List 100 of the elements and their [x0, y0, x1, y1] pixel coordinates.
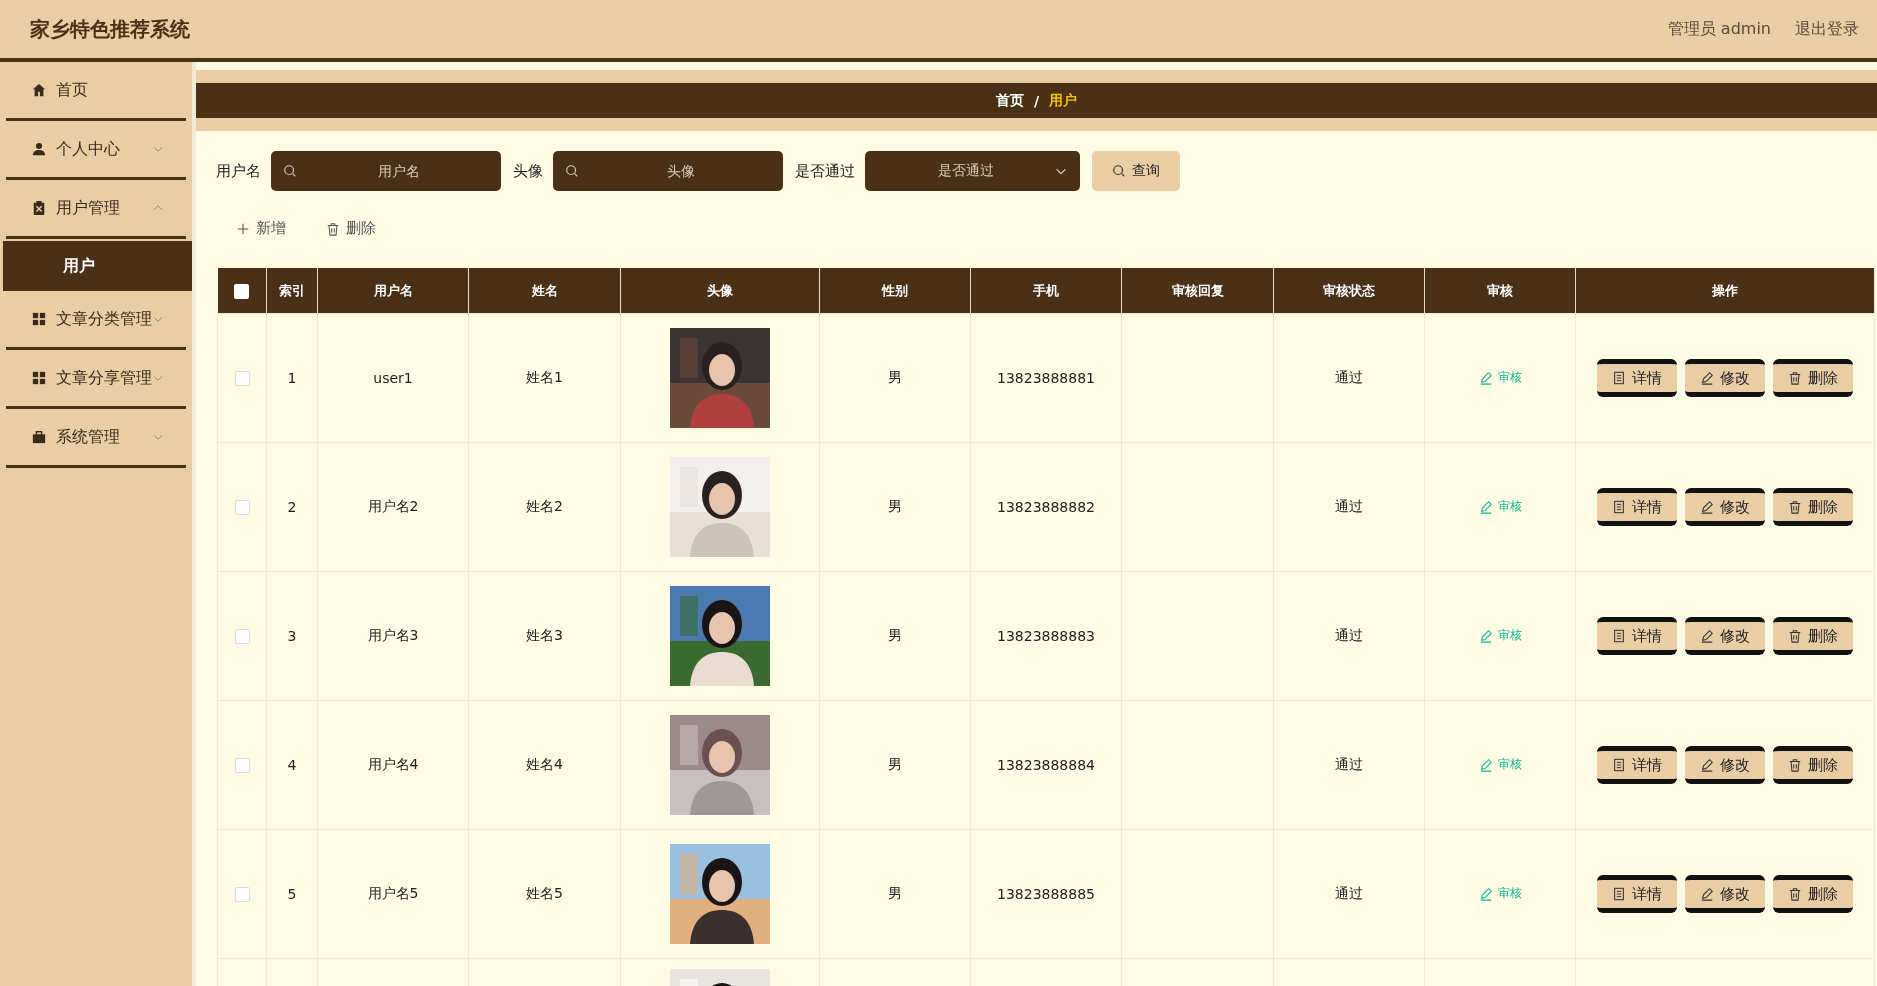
- table-cell: 通过: [1335, 885, 1363, 901]
- menu-item[interactable]: 文章分享管理: [6, 350, 186, 409]
- submenu-item[interactable]: 用户: [3, 241, 192, 291]
- edit-button[interactable]: 修改: [1685, 746, 1765, 784]
- row-checkbox[interactable]: [234, 371, 250, 387]
- select-all-checkbox[interactable]: [234, 283, 250, 299]
- search-icon: [565, 164, 579, 178]
- details-button[interactable]: 详情: [1597, 617, 1677, 655]
- select-field[interactable]: 是否通过: [865, 151, 1080, 191]
- table-cell: 姓名5: [526, 885, 563, 901]
- trash-icon: [1788, 500, 1802, 514]
- table-cell: 男: [888, 756, 902, 772]
- column-header: 头像: [620, 268, 820, 314]
- table-cell: 13823888883: [997, 628, 1095, 644]
- row-checkbox[interactable]: [234, 629, 250, 645]
- trash-icon: [1788, 371, 1802, 385]
- table-cell: 2: [287, 499, 297, 515]
- search-icon: [1112, 164, 1126, 178]
- trash-icon: [1788, 629, 1802, 643]
- menu-item[interactable]: 系统管理: [6, 409, 186, 468]
- pencil-icon: [1700, 500, 1714, 514]
- column-header: 审核回复: [1121, 268, 1274, 314]
- breadcrumb-link[interactable]: 首页: [995, 91, 1024, 110]
- table-cell: 姓名1: [526, 369, 563, 385]
- table-cell: 姓名4: [526, 756, 563, 772]
- table-cell: 4: [287, 757, 297, 773]
- pencil-icon: [1700, 887, 1714, 901]
- app-title: 家乡特色推荐系统: [30, 15, 190, 43]
- menu-item[interactable]: 文章分类管理: [6, 291, 186, 350]
- edit-button[interactable]: 修改: [1685, 488, 1765, 526]
- table-cell: 姓名3: [526, 627, 563, 643]
- add-button[interactable]: 新增: [236, 219, 286, 238]
- trash-icon: [1788, 758, 1802, 772]
- home-icon: [32, 83, 46, 97]
- edit-button[interactable]: 修改: [1685, 875, 1765, 913]
- delete-button[interactable]: 删除: [1773, 359, 1853, 397]
- table-cell: 通过: [1335, 369, 1363, 385]
- details-button[interactable]: 详情: [1597, 359, 1677, 397]
- column-header: 用户名: [317, 268, 469, 314]
- menu-item[interactable]: 首页: [6, 62, 186, 121]
- user-label: 管理员 admin: [1667, 18, 1771, 40]
- trash-icon: [1788, 887, 1802, 901]
- delete-button[interactable]: 删除: [1773, 875, 1853, 913]
- table-cell: 1: [287, 370, 297, 386]
- details-button[interactable]: 详情: [1597, 488, 1677, 526]
- column-header: 手机: [970, 268, 1122, 314]
- menu-item[interactable]: 个人中心: [6, 121, 186, 180]
- document-icon: [1612, 887, 1626, 901]
- grid-icon: [32, 312, 46, 326]
- table-cell: 男: [888, 627, 902, 643]
- row-checkbox[interactable]: [234, 758, 250, 774]
- table-cell: 通过: [1335, 627, 1363, 643]
- filter-label: 头像: [513, 161, 543, 181]
- pencil-icon: [1478, 757, 1493, 772]
- table-cell: user1: [373, 370, 413, 386]
- grid-icon: [32, 371, 46, 385]
- table-cell: 5: [287, 886, 297, 902]
- column-header: 性别: [819, 268, 971, 314]
- table-cell: 3: [287, 628, 297, 644]
- table-cell: 姓名2: [526, 498, 563, 514]
- delete-button[interactable]: 删除: [1773, 617, 1853, 655]
- delete-button[interactable]: 删除: [1773, 488, 1853, 526]
- pencil-icon: [1478, 499, 1493, 514]
- plus-icon: [236, 221, 250, 236]
- table-cell: 13823888885: [997, 886, 1095, 902]
- delete-button[interactable]: 删除: [326, 219, 376, 238]
- details-button[interactable]: 详情: [1597, 746, 1677, 784]
- table-cell: 用户名4: [367, 756, 419, 772]
- filter-label: 用户名: [216, 161, 261, 181]
- table-cell: 通过: [1335, 756, 1363, 772]
- table-cell: 男: [888, 498, 902, 514]
- search-field[interactable]: 用户名: [271, 151, 501, 191]
- table-cell: 用户名2: [367, 498, 419, 514]
- logout-link[interactable]: 退出登录: [1795, 18, 1859, 40]
- document-icon: [1612, 500, 1626, 514]
- edit-button[interactable]: 修改: [1685, 617, 1765, 655]
- table-cell: 13823888881: [997, 370, 1095, 386]
- document-icon: [1612, 758, 1626, 772]
- column-header: 姓名: [468, 268, 621, 314]
- breadcrumb-link[interactable]: 用户: [1049, 91, 1078, 110]
- pencil-icon: [1478, 886, 1493, 901]
- details-button[interactable]: 详情: [1597, 875, 1677, 913]
- search-button[interactable]: 查询: [1092, 151, 1180, 191]
- pencil-icon: [1700, 371, 1714, 385]
- table-cell: 男: [888, 369, 902, 385]
- search-field[interactable]: 头像: [553, 151, 783, 191]
- column-header: 审核状态: [1273, 268, 1425, 314]
- pencil-icon: [1700, 629, 1714, 643]
- briefcase-icon: [32, 430, 46, 444]
- person-icon: [32, 142, 46, 156]
- delete-button[interactable]: 删除: [1773, 746, 1853, 784]
- search-icon: [283, 164, 297, 178]
- trash-icon: [326, 221, 340, 236]
- table-cell: 通过: [1335, 498, 1363, 514]
- row-checkbox[interactable]: [234, 887, 250, 903]
- filter-label: 是否通过: [795, 161, 855, 181]
- edit-button[interactable]: 修改: [1685, 359, 1765, 397]
- table-cell: 用户名3: [367, 627, 419, 643]
- column-header: 操作: [1575, 268, 1875, 314]
- row-checkbox[interactable]: [234, 500, 250, 516]
